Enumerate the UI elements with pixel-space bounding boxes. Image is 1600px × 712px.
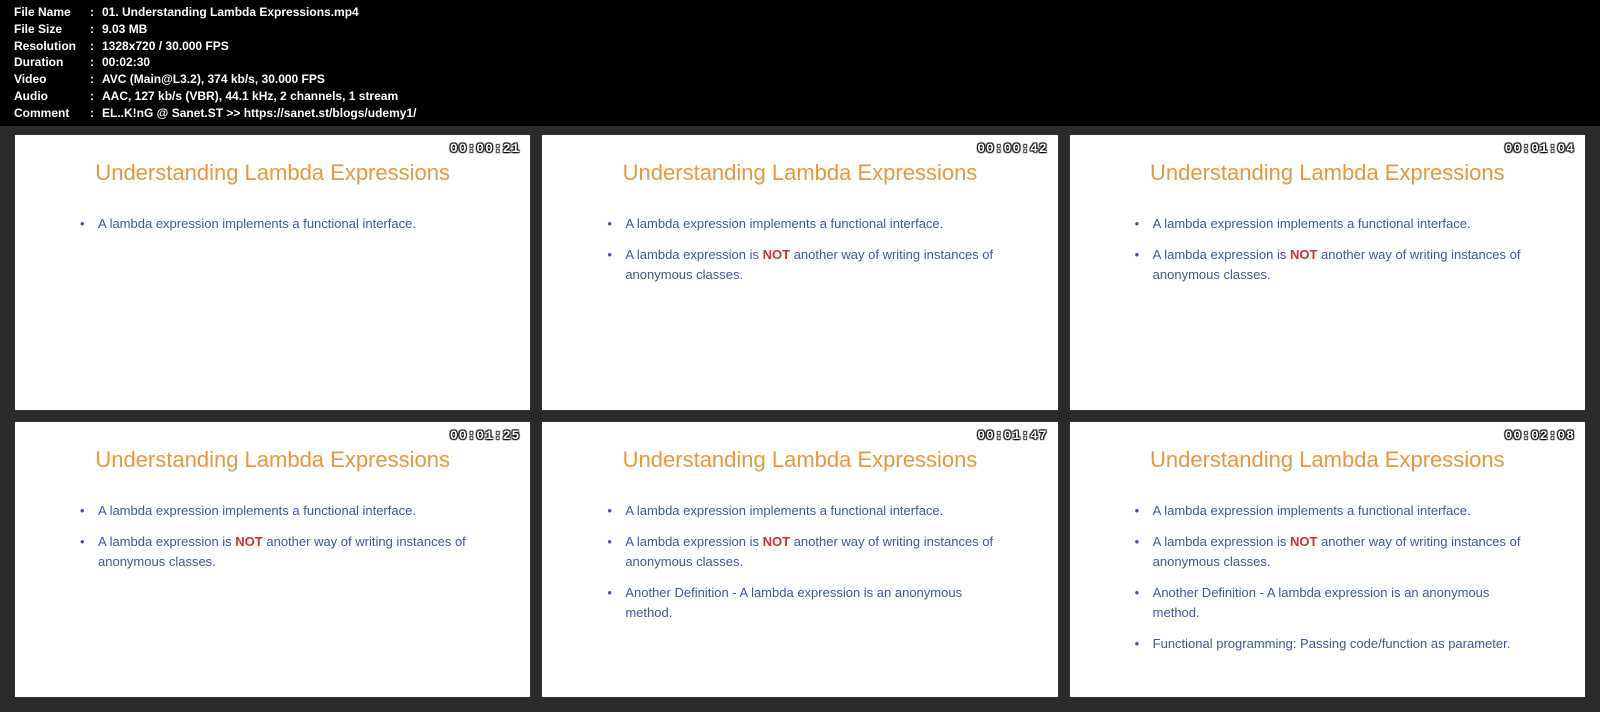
thumbnail-3: 00:01:04 Understanding Lambda Expression… (1069, 134, 1586, 411)
bullet-list: A lambda expression implements a functio… (592, 214, 1007, 285)
bullet-list: A lambda expression implements a functio… (65, 214, 480, 234)
slide-title: Understanding Lambda Expressions (1120, 447, 1535, 473)
separator: : (90, 105, 102, 122)
slide-title: Understanding Lambda Expressions (592, 447, 1007, 473)
emphasis-not: NOT (1290, 247, 1317, 262)
bullet-item: A lambda expression is NOT another way o… (80, 532, 480, 571)
bullet-item: A lambda expression implements a functio… (607, 501, 1007, 521)
bullet-item: A lambda expression is NOT another way o… (1135, 245, 1535, 284)
bullet-item: A lambda expression is NOT another way o… (607, 532, 1007, 571)
value-video: AVC (Main@L3.2), 374 kb/s, 30.000 FPS (102, 71, 325, 88)
emphasis-not: NOT (763, 534, 790, 549)
bullet-item: Functional programming: Passing code/fun… (1135, 634, 1535, 654)
value-comment: EL..K!nG @ Sanet.ST >> https://sanet.st/… (102, 105, 416, 122)
bullet-item: A lambda expression implements a functio… (80, 501, 480, 521)
thumbnail-2: 00:00:42 Understanding Lambda Expression… (541, 134, 1058, 411)
separator: : (90, 38, 102, 55)
bullet-item: A lambda expression implements a functio… (1135, 214, 1535, 234)
metadata-row-video: Video : AVC (Main@L3.2), 374 kb/s, 30.00… (14, 71, 1586, 88)
value-filename: 01. Understanding Lambda Expressions.mp4 (102, 4, 359, 21)
metadata-row-comment: Comment : EL..K!nG @ Sanet.ST >> https:/… (14, 105, 1586, 122)
timestamp-overlay: 00:01:04 (1505, 141, 1575, 156)
bullet-item: Another Definition - A lambda expression… (607, 583, 1007, 622)
timestamp-overlay: 00:01:25 (450, 428, 520, 443)
label-filesize: File Size (14, 21, 90, 38)
metadata-row-filesize: File Size : 9.03 MB (14, 21, 1586, 38)
value-duration: 00:02:30 (102, 54, 150, 71)
slide-title: Understanding Lambda Expressions (65, 447, 480, 473)
emphasis-not: NOT (235, 534, 262, 549)
bullet-list: A lambda expression implements a functio… (65, 501, 480, 572)
bullet-item: A lambda expression implements a functio… (80, 214, 480, 234)
separator: : (90, 71, 102, 88)
value-audio: AAC, 127 kb/s (VBR), 44.1 kHz, 2 channel… (102, 88, 398, 105)
thumbnail-grid: 00:00:21 Understanding Lambda Expression… (0, 126, 1600, 712)
metadata-row-resolution: Resolution : 1328x720 / 30.000 FPS (14, 38, 1586, 55)
timestamp-overlay: 00:02:08 (1505, 428, 1575, 443)
label-comment: Comment (14, 105, 90, 122)
bullet-item: A lambda expression implements a functio… (607, 214, 1007, 234)
thumbnail-6: 00:02:08 Understanding Lambda Expression… (1069, 421, 1586, 698)
emphasis-not: NOT (1290, 534, 1317, 549)
file-metadata: File Name : 01. Understanding Lambda Exp… (0, 0, 1600, 126)
slide-title: Understanding Lambda Expressions (1120, 160, 1535, 186)
separator: : (90, 21, 102, 38)
bullet-item: Another Definition - A lambda expression… (1135, 583, 1535, 622)
label-filename: File Name (14, 4, 90, 21)
emphasis-not: NOT (763, 247, 790, 262)
label-resolution: Resolution (14, 38, 90, 55)
thumbnail-5: 00:01:47 Understanding Lambda Expression… (541, 421, 1058, 698)
bullet-item: A lambda expression is NOT another way o… (1135, 532, 1535, 571)
timestamp-overlay: 00:01:47 (977, 428, 1047, 443)
thumbnail-4: 00:01:25 Understanding Lambda Expression… (14, 421, 531, 698)
separator: : (90, 88, 102, 105)
value-filesize: 9.03 MB (102, 21, 147, 38)
metadata-row-audio: Audio : AAC, 127 kb/s (VBR), 44.1 kHz, 2… (14, 88, 1586, 105)
thumbnail-1: 00:00:21 Understanding Lambda Expression… (14, 134, 531, 411)
bullet-list: A lambda expression implements a functio… (1120, 214, 1535, 285)
timestamp-overlay: 00:00:42 (977, 141, 1047, 156)
bullet-item: A lambda expression implements a functio… (1135, 501, 1535, 521)
slide-title: Understanding Lambda Expressions (592, 160, 1007, 186)
metadata-row-duration: Duration : 00:02:30 (14, 54, 1586, 71)
label-video: Video (14, 71, 90, 88)
separator: : (90, 4, 102, 21)
metadata-row-filename: File Name : 01. Understanding Lambda Exp… (14, 4, 1586, 21)
timestamp-overlay: 00:00:21 (450, 141, 520, 156)
bullet-item: A lambda expression is NOT another way o… (607, 245, 1007, 284)
separator: : (90, 54, 102, 71)
bullet-list: A lambda expression implements a functio… (1120, 501, 1535, 654)
bullet-list: A lambda expression implements a functio… (592, 501, 1007, 623)
value-resolution: 1328x720 / 30.000 FPS (102, 38, 229, 55)
label-audio: Audio (14, 88, 90, 105)
label-duration: Duration (14, 54, 90, 71)
slide-title: Understanding Lambda Expressions (65, 160, 480, 186)
